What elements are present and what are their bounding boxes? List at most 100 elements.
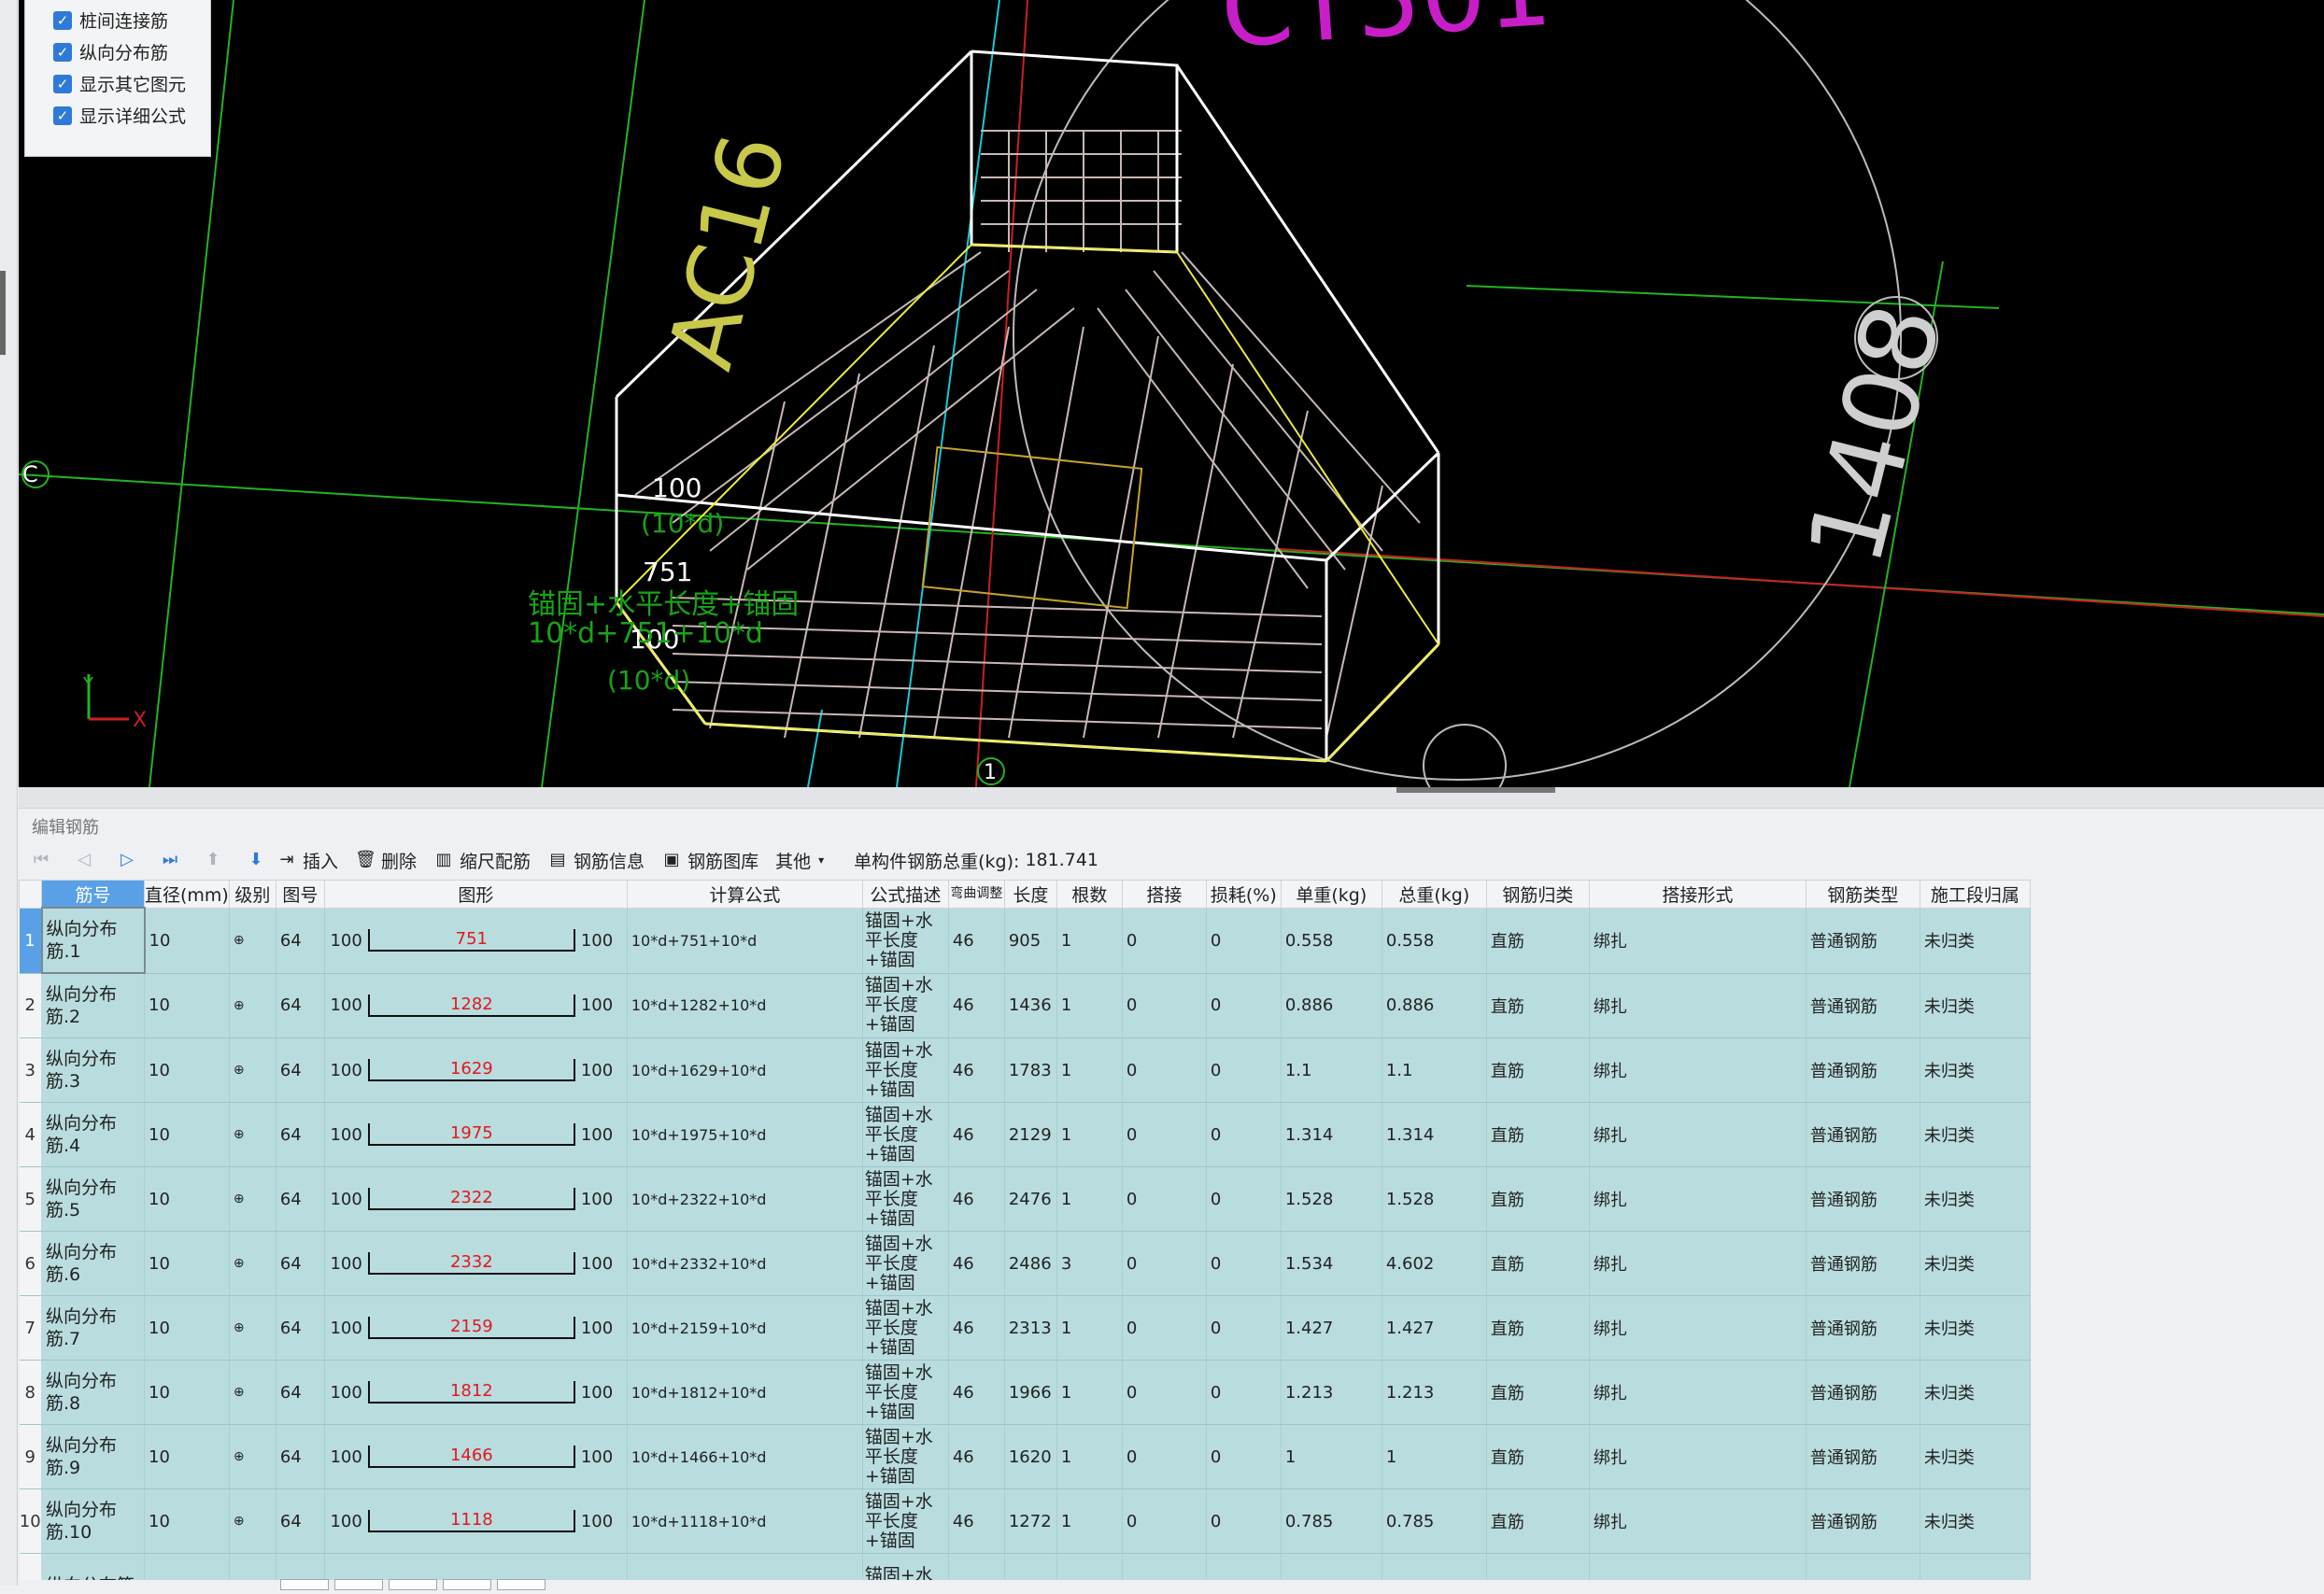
sheet-tab[interactable] (334, 1579, 383, 1590)
loss-cell[interactable]: 0 (1206, 1102, 1282, 1167)
table-row[interactable]: 1 纵向分布筋.1 10 ⊕ 64 100 751 100 10*d+751+10*d 锚固+水平… (19, 907, 2031, 974)
count-cell[interactable]: 1 (1056, 1166, 1123, 1232)
option-pile-connection-rebar[interactable]: ✓ 桩间连接筋 (53, 7, 168, 33)
formula-cell[interactable]: 10*d+1466+10*d (627, 1424, 863, 1489)
bar-no-cell[interactable]: 纵向分布筋.1 (40, 907, 146, 974)
table-row[interactable]: 2 纵向分布筋.2 10 ⊕ 64 100 1282 100 10*d+1282+10*d 锚固+… (19, 973, 2031, 1038)
loss-cell[interactable]: 0 (1206, 908, 1282, 974)
unit-weight-cell[interactable]: 1.427 (1281, 1295, 1382, 1361)
shape-cell[interactable]: 100 2159 100 (324, 1295, 628, 1361)
diameter-cell[interactable]: 10 (144, 1037, 230, 1103)
lap-form-cell[interactable]: 绑扎 (1589, 1360, 1807, 1425)
checkbox-checked-icon[interactable]: ✓ (53, 42, 72, 62)
bar-no-cell[interactable]: 纵向分布筋.6 (41, 1231, 145, 1296)
loss-cell[interactable]: 0 (1206, 1166, 1282, 1232)
col-length[interactable]: 长度 (1003, 880, 1057, 909)
formula-cell[interactable]: 10*d+1629+10*d (627, 1037, 863, 1103)
bend-adjust-cell[interactable]: 46 (948, 1231, 1005, 1296)
total-weight-cell[interactable]: 1 (1382, 1424, 1487, 1489)
sheet-tab[interactable] (280, 1579, 329, 1590)
bar-no-cell[interactable]: 纵向分布筋.4 (41, 1102, 145, 1167)
shape-mid-value[interactable]: 2159 (450, 1317, 493, 1336)
shape-mid-value[interactable]: 2322 (450, 1188, 493, 1207)
category-cell[interactable]: 直筋 (1486, 1488, 1590, 1554)
stage-cell[interactable]: 未归类 (1920, 1102, 2031, 1167)
formula-desc-cell[interactable]: 锚固+水平长度+锚固 (862, 1295, 949, 1361)
unit-weight-cell[interactable]: 1 (1281, 1424, 1382, 1489)
bend-adjust-cell[interactable]: 46 (948, 908, 1005, 974)
figure-no-cell[interactable]: 64 (276, 1166, 325, 1232)
grade-cell[interactable]: ⊕ (229, 973, 276, 1038)
table-row[interactable]: 8 纵向分布筋.8 10 ⊕ 64 100 1812 100 10*d+1812+10*d 锚固+… (19, 1360, 2031, 1425)
category-cell[interactable]: 直筋 (1486, 1295, 1590, 1361)
bar-no-cell[interactable]: 纵向分布筋.8 (41, 1360, 145, 1425)
loss-cell[interactable]: 0 (1206, 1037, 1282, 1103)
count-cell[interactable]: 1 (1056, 1424, 1123, 1489)
loss-cell[interactable] (1206, 1553, 1282, 1580)
option-longitudinal-rebar[interactable]: ✓ 纵向分布筋 (53, 39, 168, 64)
rebar-type-cell[interactable]: 普通钢筋 (1806, 1360, 1920, 1425)
stage-cell[interactable] (1920, 1553, 2031, 1580)
grade-cell[interactable]: ⊕ (229, 1037, 276, 1103)
formula-cell[interactable]: 10*d+1118+10*d (627, 1488, 863, 1554)
total-weight-cell[interactable]: 1.427 (1382, 1295, 1487, 1361)
length-cell[interactable]: 905 (1004, 908, 1057, 974)
shape-cell[interactable]: 100 1466 100 (324, 1424, 628, 1489)
grade-cell[interactable]: ⊕ (229, 908, 276, 974)
row-number[interactable]: 9 (19, 1424, 42, 1489)
checkbox-checked-icon[interactable]: ✓ (53, 106, 72, 125)
splitter-grip[interactable] (1396, 787, 1555, 793)
row-number[interactable]: 1 (19, 908, 42, 974)
shape-mid-value[interactable]: 1466 (450, 1446, 493, 1465)
total-weight-cell[interactable]: 0.558 (1382, 908, 1487, 974)
formula-cell[interactable]: 10*d+2332+10*d (627, 1231, 863, 1296)
bend-adjust-cell[interactable]: 46 (948, 973, 1005, 1038)
loss-cell[interactable]: 0 (1206, 973, 1282, 1038)
formula-desc-cell[interactable]: 锚固+水平长度+锚固 (862, 1037, 949, 1103)
shape-cell[interactable]: 100 1629 100 (324, 1037, 628, 1103)
total-weight-cell[interactable]: 0.886 (1382, 973, 1487, 1038)
lap-cell[interactable]: 0 (1122, 908, 1207, 974)
formula-desc-cell[interactable]: 锚固+水平长度+锚固 (862, 1231, 949, 1296)
col-lap[interactable]: 搭接 (1121, 880, 1207, 909)
count-cell[interactable]: 3 (1056, 1231, 1123, 1296)
insert-button[interactable]: ⇥ 插入 (276, 848, 338, 873)
col-rebar-type[interactable]: 钢筋类型 (1805, 880, 1920, 909)
total-weight-cell[interactable]: 1.528 (1382, 1166, 1487, 1232)
shape-cell[interactable]: 100 1975 100 (324, 1102, 628, 1167)
col-figure-no[interactable]: 图号 (275, 880, 325, 909)
sheet-tab[interactable] (443, 1579, 491, 1590)
table-row[interactable]: 5 纵向分布筋.5 10 ⊕ 64 100 2322 100 10*d+2322+10*d 锚固+… (19, 1166, 2031, 1232)
total-weight-cell[interactable]: 1.314 (1382, 1102, 1487, 1167)
row-number[interactable] (19, 1553, 42, 1580)
move-down-icon[interactable]: ⬇ (245, 849, 267, 871)
bend-adjust-cell[interactable]: 46 (948, 1166, 1005, 1232)
figure-no-cell[interactable]: 64 (276, 1037, 325, 1103)
unit-weight-cell[interactable]: 1.314 (1281, 1102, 1382, 1167)
formula-cell[interactable]: 10*d+2159+10*d (627, 1295, 863, 1361)
col-bend-adjust[interactable]: 弯曲调整 (947, 880, 1005, 909)
lap-cell[interactable]: 0 (1122, 1037, 1207, 1103)
lap-form-cell[interactable]: 绑扎 (1589, 1295, 1807, 1361)
total-weight-cell[interactable]: 0.785 (1382, 1488, 1487, 1554)
sheet-tab[interactable] (389, 1579, 437, 1590)
bar-no-cell[interactable]: 纵向分布筋.7 (41, 1295, 145, 1361)
lap-cell[interactable]: 0 (1122, 1166, 1207, 1232)
formula-cell[interactable] (627, 1553, 863, 1580)
shape-mid-value[interactable]: 1118 (450, 1510, 493, 1530)
shape-mid-value[interactable]: 751 (456, 929, 488, 949)
formula-desc-cell[interactable]: 锚固+水平长度+锚固 (862, 1488, 949, 1554)
table-row[interactable]: 4 纵向分布筋.4 10 ⊕ 64 100 1975 100 10*d+1975+10*d 锚固+… (19, 1102, 2031, 1167)
total-weight-cell[interactable]: 4.602 (1382, 1231, 1487, 1296)
category-cell[interactable]: 直筋 (1486, 1166, 1590, 1232)
total-weight-cell[interactable] (1382, 1553, 1487, 1580)
loss-cell[interactable]: 0 (1206, 1295, 1282, 1361)
shape-mid-value[interactable]: 2332 (450, 1252, 493, 1272)
lap-form-cell[interactable]: 绑扎 (1589, 1037, 1807, 1103)
option-show-other-elements[interactable]: ✓ 显示其它图元 (53, 71, 186, 96)
table-row[interactable]: 6 纵向分布筋.6 10 ⊕ 64 100 2332 100 10*d+2332+10*d 锚固+… (19, 1231, 2031, 1296)
bend-adjust-cell[interactable]: 46 (948, 1424, 1005, 1489)
stage-cell[interactable]: 未归类 (1920, 1424, 2031, 1489)
bend-adjust-cell[interactable]: 46 (948, 1102, 1005, 1167)
shape-cell[interactable]: 100 2332 100 (324, 1231, 628, 1296)
